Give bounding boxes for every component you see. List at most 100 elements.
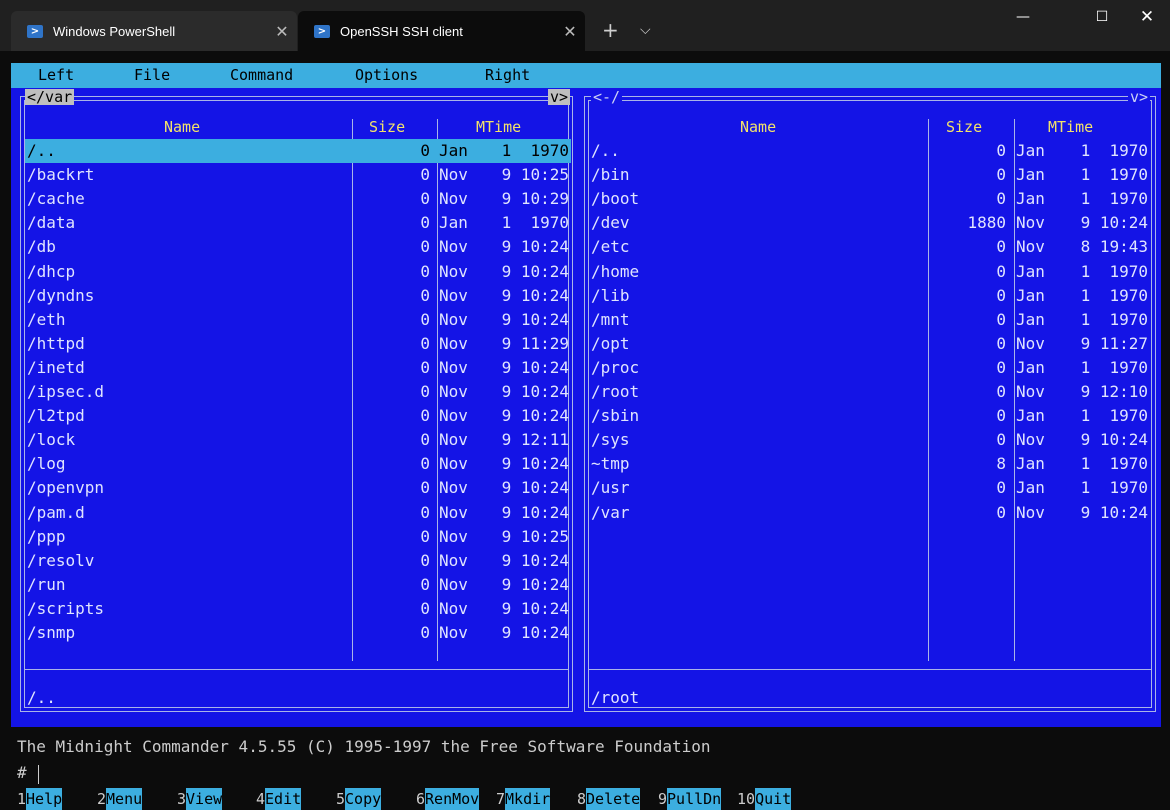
file-time: 9 10:24 [491,357,569,377]
file-time: 9 10:24 [491,478,569,498]
file-month: Jan [1016,454,1045,474]
right-header-mtime[interactable]: MTime [1048,118,1093,136]
file-size: 0 [420,189,430,209]
file-row[interactable]: /boot 0 Jan 1 1970 [589,187,1154,211]
file-row[interactable]: /cache 0 Nov 9 10:29 [25,187,571,211]
tab-dropdown-icon[interactable]: ⌵ [640,20,651,40]
tab-windows-powershell[interactable]: > Windows PowerShell ✕ [11,11,297,51]
menu-left[interactable]: Left [38,66,74,84]
file-row[interactable]: /httpd 0 Nov 9 11:29 [25,332,571,356]
file-row[interactable]: /sys 0 Nov 9 10:24 [589,428,1154,452]
file-row[interactable]: /scripts 0 Nov 9 10:24 [25,597,571,621]
file-size: 0 [420,141,430,160]
file-row[interactable]: /l2tpd 0 Nov 9 10:24 [25,404,571,428]
close-tab-icon[interactable]: ✕ [555,22,585,41]
file-time: 1 1970 [1070,357,1148,377]
file-row[interactable]: /dhcp 0 Nov 9 10:24 [25,260,571,284]
file-row[interactable]: /opt 0 Nov 9 11:27 [589,332,1154,356]
file-row[interactable]: /snmp 0 Nov 9 10:24 [25,621,571,645]
file-row[interactable]: /run 0 Nov 9 10:24 [25,573,571,597]
right-panel-history-button[interactable]: v> [1128,89,1151,105]
menu-file[interactable]: File [134,66,170,84]
file-row[interactable]: /etc 0 Nov 8 19:43 [589,235,1154,259]
file-name: /var [591,502,630,522]
file-row[interactable]: /eth 0 Nov 9 10:24 [25,308,571,332]
left-panel-path[interactable]: </var [25,89,75,105]
file-time: 9 10:24 [1070,430,1148,450]
file-row[interactable]: ~tmp 8 Jan 1 1970 [589,452,1154,476]
file-name: /lib [591,285,630,305]
file-size: 0 [420,454,430,474]
file-row[interactable]: /mnt 0 Jan 1 1970 [589,308,1154,332]
left-mini-status: /.. [27,688,56,707]
file-row[interactable]: /lib 0 Jan 1 1970 [589,284,1154,308]
file-row[interactable]: /ipsec.d 0 Nov 9 10:24 [25,380,571,404]
file-row[interactable]: /sbin 0 Jan 1 1970 [589,404,1154,428]
file-row[interactable]: /lock 0 Nov 9 12:11 [25,428,571,452]
fkey-mkdir[interactable]: 7Mkdir [496,788,551,810]
fkey-edit[interactable]: 4Edit [256,788,302,810]
right-header-size[interactable]: Size [946,118,982,136]
file-name: /l2tpd [27,406,85,426]
left-header-size[interactable]: Size [369,118,405,136]
file-row[interactable]: /data 0 Jan 1 1970 [25,211,571,235]
file-size: 0 [996,430,1006,450]
left-panel-history-button[interactable]: v> [548,89,571,105]
fkey-renmov[interactable]: 6RenMov [416,788,480,810]
file-row[interactable]: /ppp 0 Nov 9 10:25 [25,525,571,549]
minimize-button[interactable]: — [1000,0,1046,34]
file-month: Nov [1016,333,1045,353]
file-row[interactable]: /bin 0 Jan 1 1970 [589,163,1154,187]
file-time: 9 10:25 [491,526,569,546]
file-size: 0 [420,502,430,522]
file-time: 9 10:24 [491,285,569,305]
file-row[interactable]: /pam.d 0 Nov 9 10:24 [25,501,571,525]
file-name: /bin [591,165,630,185]
file-month: Jan [1016,309,1045,329]
file-row[interactable]: /root 0 Nov 9 12:10 [589,380,1154,404]
left-header-mtime[interactable]: MTime [476,118,521,136]
menu-command[interactable]: Command [230,66,293,84]
file-row[interactable]: /proc 0 Jan 1 1970 [589,356,1154,380]
shell-prompt[interactable]: # [17,763,27,782]
fkey-number: 3 [177,790,187,808]
file-month: Nov [1016,430,1045,450]
left-header-name[interactable]: Name [164,118,200,136]
close-tab-icon[interactable]: ✕ [267,22,297,41]
file-row[interactable]: /dev 1880 Nov 9 10:24 [589,211,1154,235]
file-month: Nov [439,285,468,305]
file-row[interactable]: /inetd 0 Nov 9 10:24 [25,356,571,380]
file-size: 0 [996,285,1006,305]
fkey-view[interactable]: 3View [177,788,223,810]
fkey-quit[interactable]: 10Quit [737,788,792,810]
title-bar: > Windows PowerShell ✕ > OpenSSH SSH cli… [0,0,1170,51]
right-panel-path[interactable]: <-/ [591,89,623,105]
file-row[interactable]: /backrt 0 Nov 9 10:25 [25,163,571,187]
file-name: /data [27,213,76,233]
file-row[interactable]: /db 0 Nov 9 10:24 [25,235,571,259]
new-tab-button[interactable]: + [602,20,619,40]
file-row[interactable]: /.. 0 Jan 1 1970 [589,139,1154,163]
fkey-help[interactable]: 1Help [17,788,63,810]
file-size: 0 [420,574,430,594]
menu-options[interactable]: Options [355,66,418,84]
file-time: 9 12:10 [1070,382,1148,401]
close-window-button[interactable]: ✕ [1124,0,1170,34]
file-month: Nov [1016,382,1045,401]
file-row[interactable]: /openvpn 0 Nov 9 10:24 [25,476,571,500]
file-row[interactable]: /resolv 0 Nov 9 10:24 [25,549,571,573]
fkey-pulldn[interactable]: 9PullDn [658,788,722,810]
fkey-copy[interactable]: 5Copy [336,788,382,810]
maximize-button[interactable]: ☐ [1079,0,1125,34]
file-row[interactable]: /log 0 Nov 9 10:24 [25,452,571,476]
menu-right[interactable]: Right [485,66,530,84]
fkey-menu[interactable]: 2Menu [97,788,143,810]
tab-openssh-client[interactable]: > OpenSSH SSH client ✕ [298,11,585,51]
file-row[interactable]: /.. 0 Jan 1 1970 [25,139,571,163]
file-row[interactable]: /var 0 Nov 9 10:24 [589,501,1154,525]
file-row[interactable]: /home 0 Jan 1 1970 [589,260,1154,284]
file-row[interactable]: /usr 0 Jan 1 1970 [589,476,1154,500]
right-header-name[interactable]: Name [740,118,776,136]
file-row[interactable]: /dyndns 0 Nov 9 10:24 [25,284,571,308]
fkey-delete[interactable]: 8Delete [577,788,641,810]
